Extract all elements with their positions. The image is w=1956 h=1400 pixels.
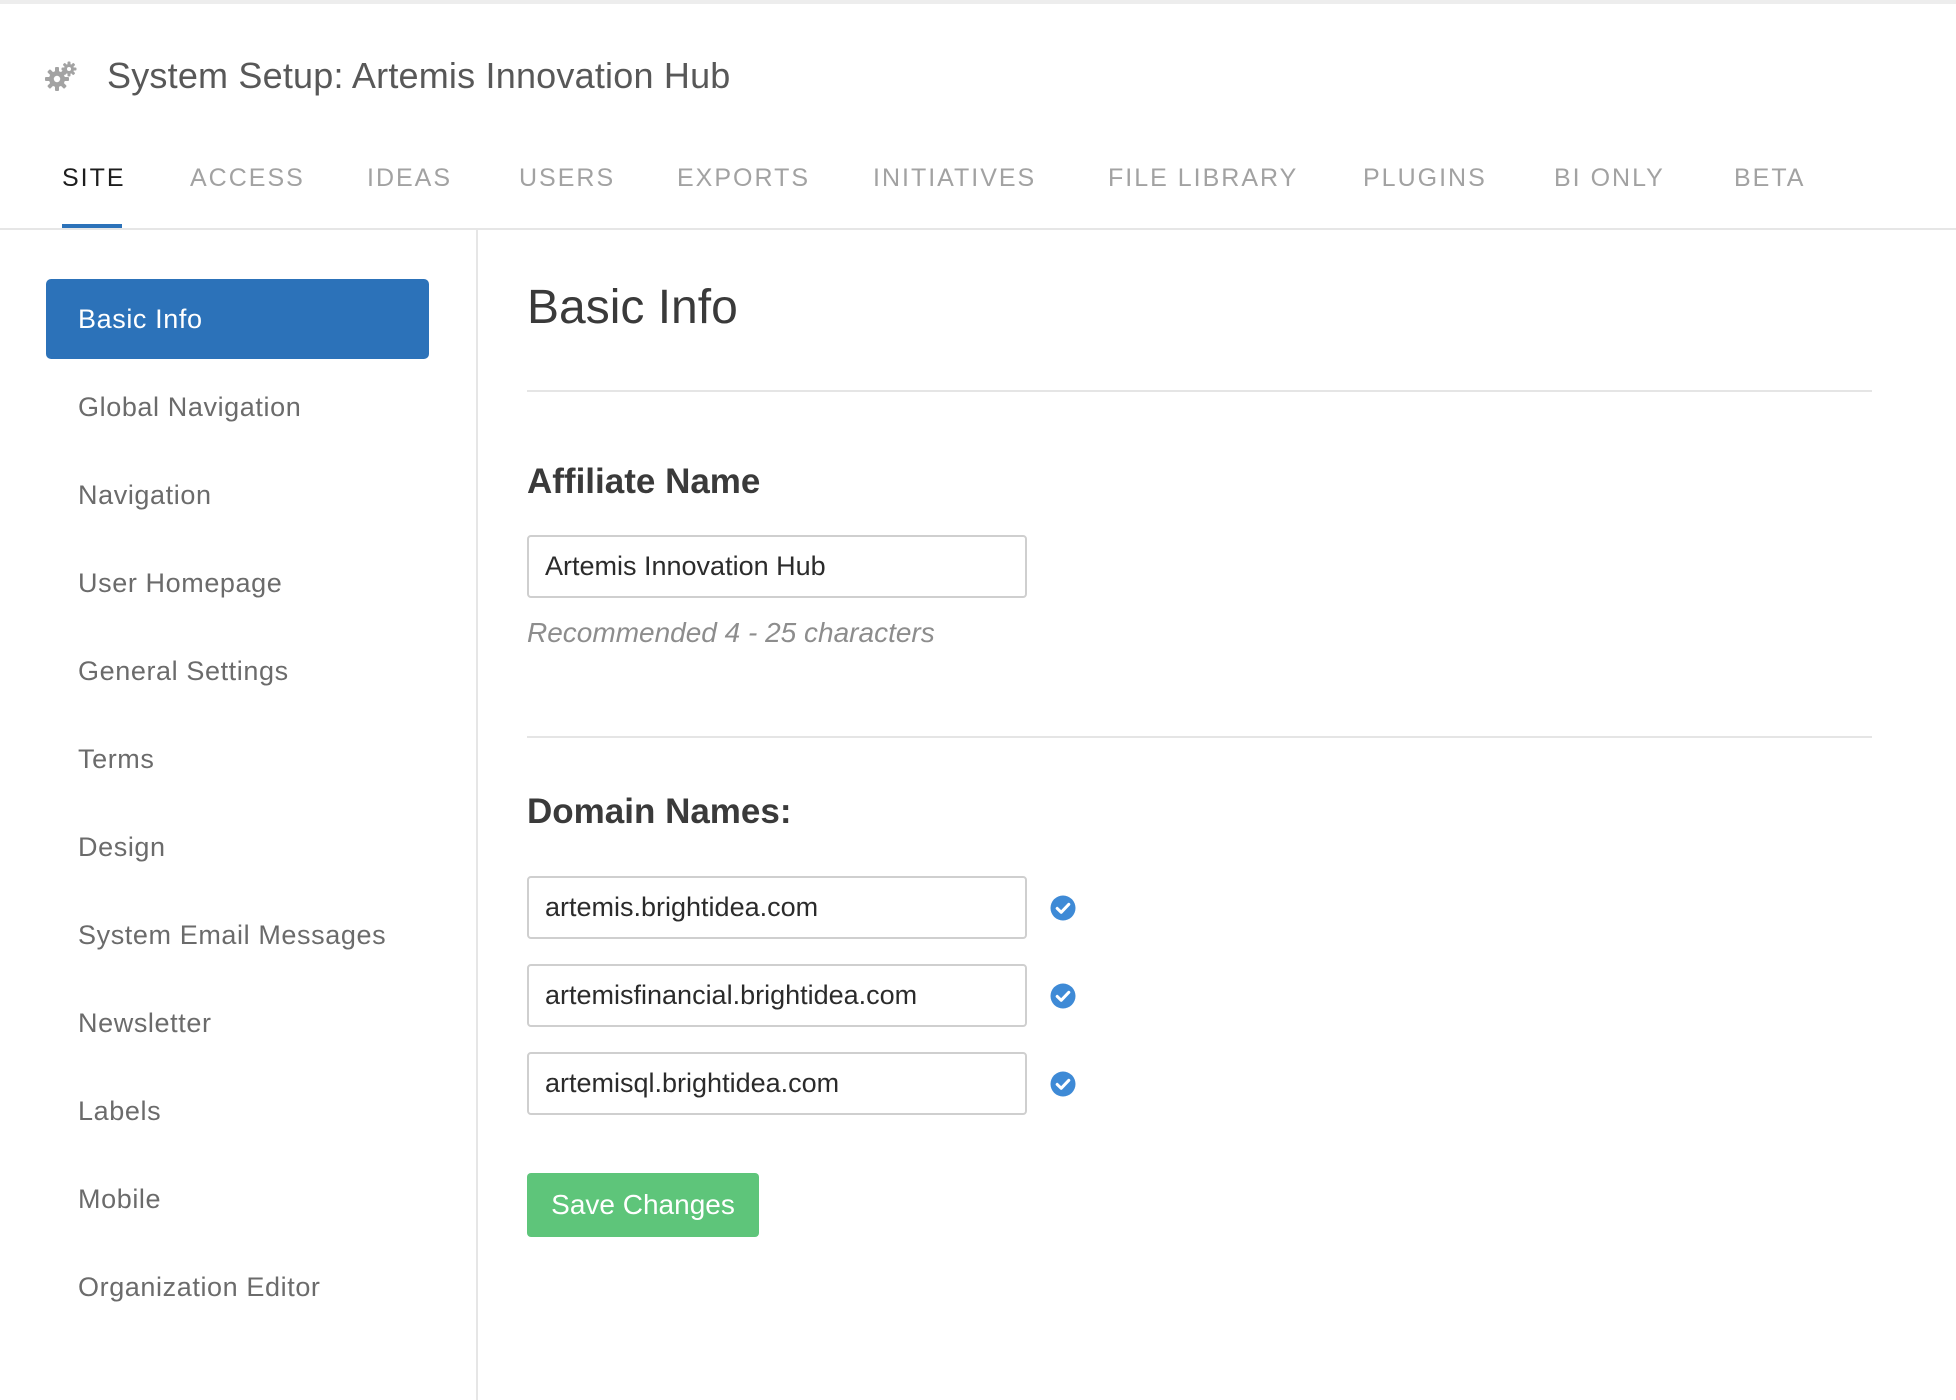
active-tab-indicator <box>62 224 122 228</box>
sidebar-item-newsletter[interactable]: Newsletter <box>46 983 429 1063</box>
sidebar-item-user-homepage[interactable]: User Homepage <box>46 543 429 623</box>
page-header: System Setup: Artemis Innovation Hub <box>0 4 1956 134</box>
tab-file-library[interactable]: FILE LIBRARY <box>1108 164 1298 193</box>
section-divider <box>527 390 1872 392</box>
tab-access[interactable]: ACCESS <box>190 164 305 193</box>
verified-check-icon <box>1050 895 1076 921</box>
domain-names-heading: Domain Names: <box>527 792 792 831</box>
affiliate-name-input[interactable] <box>527 535 1027 598</box>
verified-check-icon <box>1050 983 1076 1009</box>
sidebar-item-terms[interactable]: Terms <box>46 719 429 799</box>
tab-plugins[interactable]: PLUGINS <box>1363 164 1487 193</box>
save-changes-button[interactable]: Save Changes <box>527 1173 759 1237</box>
domain-name-input[interactable] <box>527 1052 1027 1115</box>
section-title: Basic Info <box>527 281 738 334</box>
sidebar-item-basic-info[interactable]: Basic Info <box>46 279 429 359</box>
page-title: System Setup: Artemis Innovation Hub <box>107 55 731 96</box>
affiliate-name-hint: Recommended 4 - 25 characters <box>527 617 935 648</box>
sidebar-item-mobile[interactable]: Mobile <box>46 1159 429 1239</box>
tab-bi-only[interactable]: BI ONLY <box>1554 164 1665 193</box>
sidebar-item-navigation[interactable]: Navigation <box>46 455 429 535</box>
sidebar-item-design[interactable]: Design <box>46 807 429 887</box>
sidebar-item-general-settings[interactable]: General Settings <box>46 631 429 711</box>
tab-ideas[interactable]: IDEAS <box>367 164 452 193</box>
top-tab-bar: SITE ACCESS IDEAS USERS EXPORTS INITIATI… <box>0 134 1956 230</box>
domain-name-input[interactable] <box>527 964 1027 1027</box>
tab-beta[interactable]: BETA <box>1734 164 1805 193</box>
sidebar-item-labels[interactable]: Labels <box>46 1071 429 1151</box>
tab-site[interactable]: SITE <box>62 164 126 193</box>
tab-exports[interactable]: EXPORTS <box>677 164 810 193</box>
verified-check-icon <box>1050 1071 1076 1097</box>
sidebar-item-global-navigation[interactable]: Global Navigation <box>46 367 429 447</box>
tab-initiatives[interactable]: INITIATIVES <box>873 164 1036 193</box>
gear-icon <box>44 60 78 94</box>
affiliate-name-heading: Affiliate Name <box>527 462 761 501</box>
domain-name-input[interactable] <box>527 876 1027 939</box>
settings-sidebar: Basic Info Global Navigation Navigation … <box>0 230 478 1400</box>
tab-users[interactable]: USERS <box>519 164 615 193</box>
section-divider <box>527 736 1872 738</box>
sidebar-item-organization-editor[interactable]: Organization Editor <box>46 1247 429 1327</box>
sidebar-item-system-email-messages[interactable]: System Email Messages <box>46 895 429 975</box>
